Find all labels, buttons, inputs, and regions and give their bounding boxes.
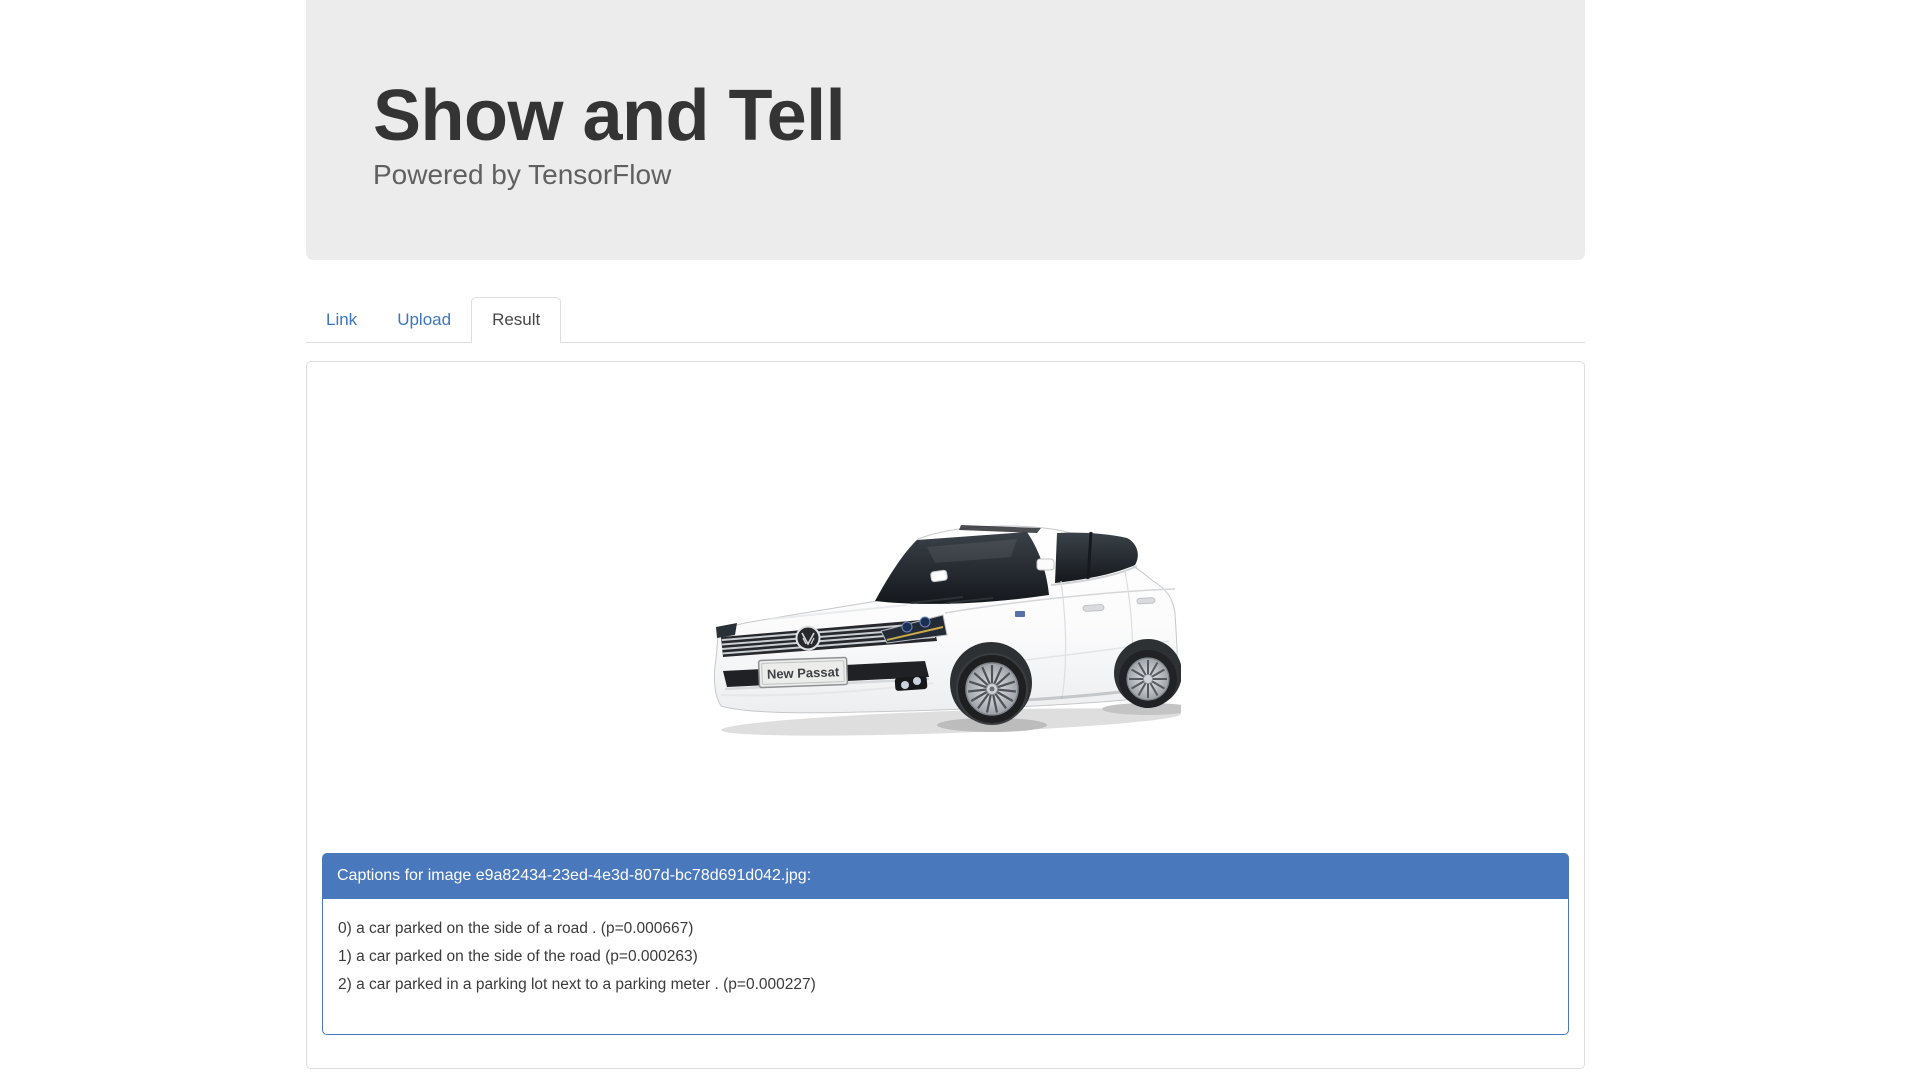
caption-line: 1) a car parked on the side of the road … <box>338 948 698 965</box>
windshield <box>874 532 1049 604</box>
tab-result[interactable]: Result <box>471 297 562 343</box>
tab-bar: Link Upload Result <box>306 297 1585 343</box>
tab-link[interactable]: Link <box>306 298 377 342</box>
page: Show and Tell Powered by TensorFlow Link… <box>0 0 1920 1089</box>
page-title: Show and Tell <box>373 76 846 156</box>
fender-badge <box>1014 611 1025 617</box>
main-container: Show and Tell Powered by TensorFlow Link… <box>306 0 1585 1069</box>
captions-body: 0) a car parked on the side of a road . … <box>322 899 1569 1035</box>
caption-line: 0) a car parked on the side of a road . … <box>338 920 694 937</box>
front-wheel <box>949 642 1032 725</box>
car-image: New Passat <box>713 525 1181 736</box>
side-mirror-far <box>1036 558 1054 571</box>
page-subtitle: Powered by TensorFlow <box>373 159 672 190</box>
vw-logo-icon <box>795 625 820 651</box>
captions-header: Captions for image e9a82434-23ed-4e3d-80… <box>322 853 1569 899</box>
license-plate: New Passat <box>757 656 848 689</box>
door-handle-front <box>1082 604 1104 612</box>
captions-panel: Captions for image e9a82434-23ed-4e3d-80… <box>322 853 1569 1035</box>
side-mirror-near <box>929 569 948 583</box>
caption-line: 2) a car parked in a parking lot next to… <box>338 976 816 993</box>
result-panel: New Passat Captions for image e9a82434-2… <box>306 361 1585 1069</box>
door-handle-rear <box>1136 597 1155 605</box>
license-plate-text: New Passat <box>766 664 839 682</box>
tab-upload[interactable]: Upload <box>377 298 471 342</box>
jumbotron: Show and Tell Powered by TensorFlow <box>306 0 1585 260</box>
